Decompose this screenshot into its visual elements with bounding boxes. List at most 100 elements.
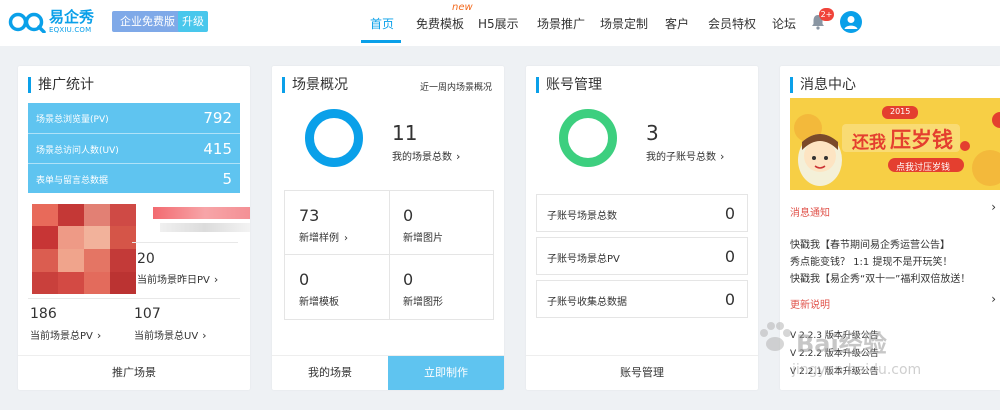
stat-row-form-data[interactable]: 表单与留言总数据 5 [28,163,240,193]
chevron-right-icon[interactable]: › [991,200,996,214]
chevron-right-icon: › [456,150,461,163]
row-value: 0 [724,290,735,309]
row-label: 子账号收集总数据 [547,297,627,308]
account-ring-icon [559,109,617,167]
enterprise-free-badge[interactable]: 企业免费版 [112,11,183,32]
divider [389,191,390,319]
scene-total-value: 11 [392,121,418,145]
card-title: 推广统计 [28,76,94,94]
stat-row-total-pv[interactable]: 场景总浏览量(PV) 792 [28,103,240,133]
card-footer: 推广场景 [18,355,250,390]
scene-overview-subtitle: 近一周内场景概况 [419,83,492,93]
scene-overview-card: 场景概况 近一周内场景概况 11 我的场景总数 › 73 新增样例 › 0 新增图片… [272,66,504,390]
chevron-right-icon: › [96,329,102,342]
nav-free-templates[interactable]: 免费模板 [416,15,464,32]
promote-scene-button[interactable]: 推广场景 [18,356,250,390]
card-title: 消息中心 [790,76,856,94]
nav-scene-promotion[interactable]: 场景推广 [537,15,585,32]
banner-title-b: 压岁钱 [890,128,953,152]
top-navigation-bar: 易企秀 EQXIU.COM 企业免费版 升级 首页 免费模板 H5展示 场景推广… [0,0,1000,46]
new-samples-link[interactable]: 新增样例 › [299,229,348,244]
banner-title-a: 还我 [852,133,886,153]
notice-item[interactable]: 秀点能变钱？ 1:1 提现不是开玩笑！ [790,253,952,268]
sub-account-pv-row[interactable]: 子账号场景总PV 0 [536,237,748,275]
chevron-right-icon[interactable]: › [991,292,996,306]
update-heading[interactable]: 更新说明 [790,296,830,311]
stat-row-total-uv[interactable]: 场景总访问人数(UV) 415 [28,133,240,163]
upgrade-button[interactable]: 升级 [178,11,208,32]
divider [132,242,238,243]
my-scenes-button[interactable]: 我的场景 [272,356,388,390]
avatar[interactable] [840,11,862,33]
card-title: 场景概况 [282,76,348,94]
notice-item[interactable]: 快戳我【春节期间易企秀运营公告】 [790,236,950,251]
sub-account-total-label: 我的子账号总数 [646,152,716,163]
account-management-card: 账号管理 3 我的子账号总数 › 子账号场景总数 0 子账号场景总PV 0 子账号… [526,66,758,390]
chevron-right-icon: › [720,150,725,163]
stat-label: 场景总访问人数(UV) [36,146,119,156]
nav-forum[interactable]: 论坛 [772,15,796,32]
notice-heading[interactable]: 消息通知 [790,204,830,219]
scene-total-label: 我的场景总数 [392,152,452,163]
stat-value: 792 [203,109,232,127]
chevron-right-icon: › [213,273,219,286]
version-item[interactable]: V 2.2.1 版本升级公告 [790,364,879,377]
card-title: 账号管理 [536,76,602,94]
banner-year: 2015 [890,107,911,116]
chevron-right-icon: › [202,329,207,342]
scene-ring-icon [305,109,363,167]
stat-label: 场景总浏览量(PV) [36,115,109,125]
new-shapes-value: 0 [403,270,414,289]
nav-home[interactable]: 首页 [370,15,394,32]
sub-account-total-link[interactable]: 我的子账号总数 › [646,148,724,163]
row-value: 0 [724,204,735,223]
sub-account-data-row[interactable]: 子账号收集总数据 0 [536,280,748,318]
nav-h5-showcase[interactable]: H5展示 [478,15,519,32]
active-nav-indicator [361,40,401,43]
stat-value: 415 [203,140,232,158]
row-value: 0 [724,247,735,266]
card-footer: 账号管理 [526,355,758,390]
new-templates-value: 0 [299,270,310,289]
divider [285,254,493,255]
blurred-scene-thumbnail [32,204,136,294]
current-pv-value: 186 [30,306,57,322]
blurred-scene-title [153,207,250,219]
new-images-label: 新增图片 [403,233,443,244]
scene-total-link[interactable]: 我的场景总数 › [392,148,460,163]
new-shapes-label: 新增图形 [403,297,443,308]
yesterday-pv-label: 当前场景昨日PV [137,275,210,286]
eqxiu-logo[interactable]: 易企秀 EQXIU.COM [8,9,102,35]
current-uv-link[interactable]: 当前场景总UV › [134,327,207,342]
nav-scene-custom[interactable]: 场景定制 [600,15,648,32]
nav-member-privileges[interactable]: 会员特权 [708,15,756,32]
logo-chinese-text: 易企秀 [49,8,95,26]
row-label: 子账号场景总PV [547,254,620,265]
account-management-button[interactable]: 账号管理 [526,356,758,390]
card-footer: 我的场景 立即制作 [272,355,504,390]
version-item[interactable]: V 2.2.3 版本升级公告 [790,328,879,341]
current-uv-value: 107 [134,306,161,322]
message-center-card: 消息中心 2015 还我 压岁钱 点我讨压岁钱 消息通知 › 快戳我【春节期间易… [780,66,1000,390]
new-samples-label: 新增样例 [299,233,339,244]
new-year-banner[interactable]: 2015 还我 压岁钱 点我讨压岁钱 [790,98,1000,190]
sub-account-total-value: 3 [646,121,659,145]
new-items-grid: 73 新增样例 › 0 新增图片 0 新增模板 0 新增图形 [284,190,494,320]
create-now-button[interactable]: 立即制作 [388,356,504,390]
new-templates-label: 新增模板 [299,297,339,308]
yesterday-pv-link[interactable]: 当前场景昨日PV › [137,271,218,286]
new-samples-value: 73 [299,206,320,225]
version-item[interactable]: V 2.2.2 版本升级公告 [790,346,879,359]
new-images-value: 0 [403,206,414,225]
current-pv-link[interactable]: 当前场景总PV › [30,327,101,342]
row-label: 子账号场景总数 [547,211,617,222]
promo-stats-card: 推广统计 场景总浏览量(PV) 792 场景总访问人数(UV) 415 表单与留… [18,66,250,390]
divider [28,298,240,299]
logo-english-text: EQXIU.COM [49,26,92,34]
blurred-scene-subtitle [160,223,250,232]
banner-cta: 点我讨压岁钱 [896,163,951,173]
sub-account-scenes-row[interactable]: 子账号场景总数 0 [536,194,748,232]
new-tag: new [452,2,473,13]
notice-item[interactable]: 快戳我【易企秀“双十一”福利双倍放送！ [790,270,970,285]
nav-customers[interactable]: 客户 [665,15,689,32]
